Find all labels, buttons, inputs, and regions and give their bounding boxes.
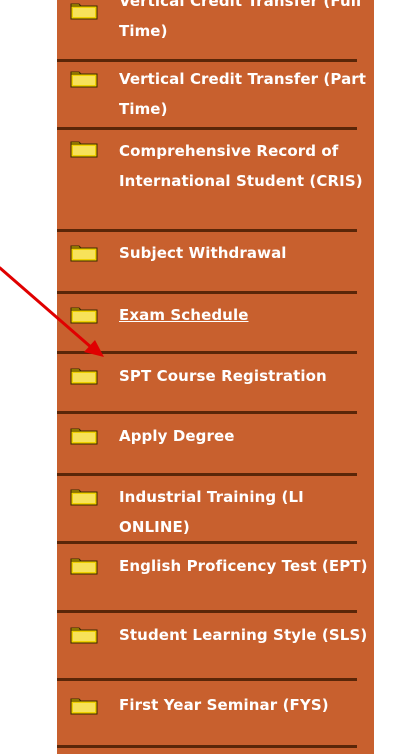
menu-separator <box>57 59 357 62</box>
menu-item-label[interactable]: Apply Degree <box>119 421 369 451</box>
folder-icon <box>70 627 98 644</box>
menu-separator <box>57 473 357 476</box>
folder-icon <box>70 3 98 20</box>
folder-icon <box>70 245 98 262</box>
folder-icon <box>70 489 98 506</box>
folder-icon <box>70 368 98 385</box>
menu-separator <box>57 745 357 748</box>
menu-separator <box>57 411 357 414</box>
menu-separator <box>57 291 357 294</box>
menu-item-label[interactable]: First Year Seminar (FYS) <box>119 690 369 720</box>
menu-item-label[interactable]: Industrial Training (LI ONLINE) <box>119 482 369 542</box>
menu-item-label[interactable]: Vertical Credit Transfer (Part Time) <box>119 64 369 124</box>
folder-icon <box>70 71 98 88</box>
folder-icon <box>70 307 98 324</box>
folder-icon <box>70 141 98 158</box>
side-menu: Vertical Credit Transfer (Full Time) Ver… <box>57 0 374 754</box>
menu-separator <box>57 127 357 130</box>
menu-item-label[interactable]: SPT Course Registration <box>119 361 369 391</box>
menu-separator <box>57 541 357 544</box>
menu-separator <box>57 229 357 232</box>
menu-item-label[interactable]: Student Learning Style (SLS) <box>119 620 369 650</box>
menu-item-label[interactable]: Vertical Credit Transfer (Full Time) <box>119 0 369 46</box>
folder-icon <box>70 428 98 445</box>
folder-icon <box>70 698 98 715</box>
menu-item-label[interactable]: English Proficency Test (EPT) <box>119 551 369 581</box>
menu-item-label[interactable]: Comprehensive Record of International St… <box>119 136 369 196</box>
menu-item-label[interactable]: Subject Withdrawal <box>119 238 369 268</box>
menu-separator <box>57 351 357 354</box>
menu-separator <box>57 678 357 681</box>
folder-icon <box>70 558 98 575</box>
menu-item-label[interactable]: Exam Schedule <box>119 300 369 330</box>
menu-separator <box>57 610 357 613</box>
